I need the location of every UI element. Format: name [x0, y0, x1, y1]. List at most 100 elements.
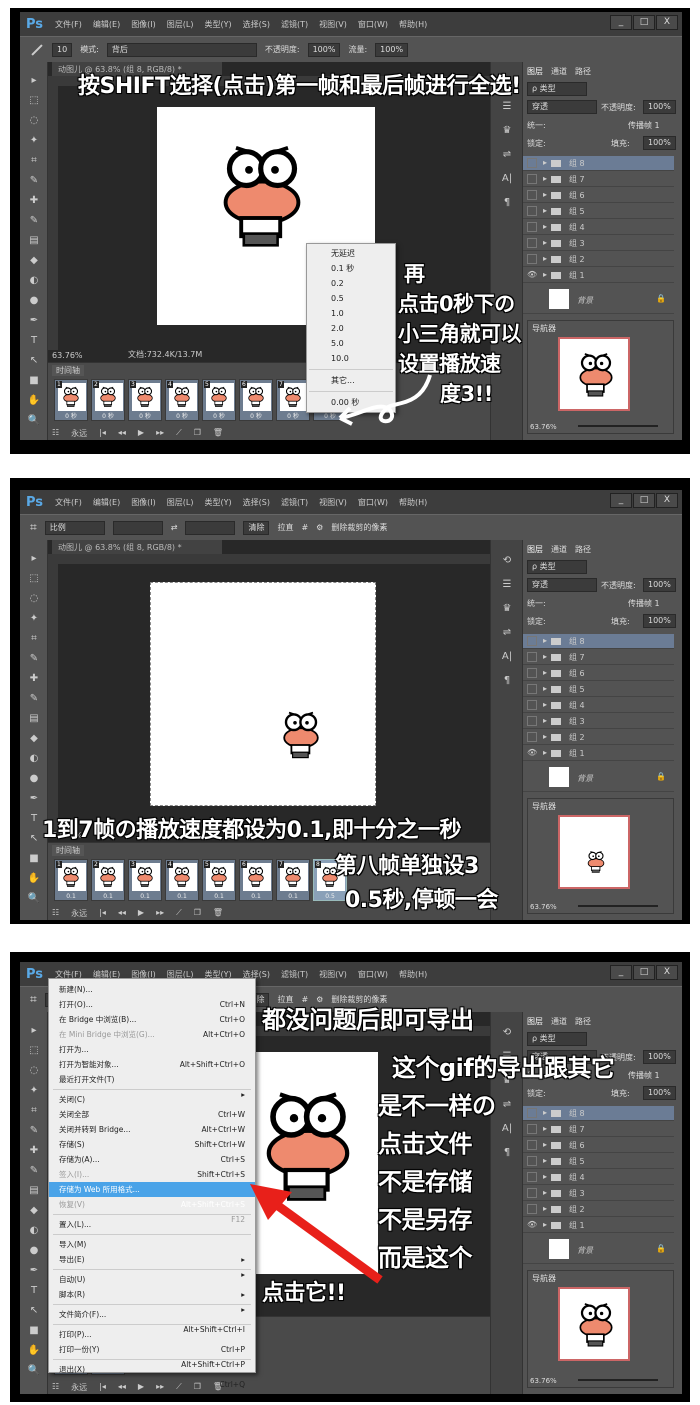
dodge-tool-icon[interactable]: ● [26, 1244, 42, 1258]
brush-preset-panel-icon[interactable]: ♛ [499, 124, 515, 138]
straighten-button[interactable]: 拉直 [277, 522, 293, 533]
timeline-frame[interactable]: 3 0.1 [128, 859, 162, 901]
layer-row-background[interactable]: 背景 🔒 [523, 286, 674, 314]
file-menu-item[interactable]: 在 Bridge 中浏览(B)... Alt+Ctrl+O [49, 1012, 255, 1039]
menu-1[interactable]: 编辑(E) [93, 497, 120, 508]
tab-2[interactable]: 路径 [575, 1016, 591, 1027]
shape-tool-icon[interactable]: ■ [26, 852, 42, 866]
file-menu-item[interactable]: 存储为(A)... Shift+Ctrl+S [49, 1152, 255, 1179]
window-minimize-button[interactable]: _ [610, 15, 632, 30]
timeline-frame[interactable]: 6 0 秒 [239, 379, 273, 421]
lasso-tool-icon[interactable]: ◌ [26, 592, 42, 606]
window-minimize-button[interactable]: _ [610, 965, 632, 980]
layer-row[interactable]: 👁 ▸ 组 1 [523, 746, 674, 761]
pen-tool-icon[interactable]: ✒ [26, 1264, 42, 1278]
stamp-tool-icon[interactable]: ▤ [26, 234, 42, 248]
timeline-frame[interactable]: 4 0.1 [165, 859, 199, 901]
visibility-toggle[interactable] [527, 652, 537, 662]
path-select-tool-icon[interactable]: ↖ [26, 354, 42, 368]
frame-delay-dropdown[interactable]: 0 秒 [277, 411, 309, 420]
window-minimize-button[interactable]: _ [610, 493, 632, 508]
bucket-tool-icon[interactable]: ◐ [26, 1224, 42, 1238]
frame-delay-dropdown[interactable]: 0 秒 [55, 411, 87, 420]
timeline-frame[interactable]: 6 0.1 [239, 859, 273, 901]
visibility-toggle[interactable]: 👁 [527, 1220, 537, 1230]
path-select-tool-icon[interactable]: ↖ [26, 832, 42, 846]
prev-frame-button[interactable]: ◂◂ [118, 1382, 126, 1393]
visibility-toggle[interactable] [527, 238, 537, 248]
menu-3[interactable]: 图层(L) [167, 497, 194, 508]
tab-0[interactable]: 图层 [527, 1016, 543, 1027]
visibility-toggle[interactable] [527, 206, 537, 216]
tween-button[interactable]: ⟋ [176, 428, 182, 439]
adjust-panel-icon[interactable]: ⇌ [499, 626, 515, 640]
visibility-toggle[interactable] [527, 700, 537, 710]
duplicate-frame-button[interactable]: ❐ [194, 908, 201, 919]
visibility-toggle[interactable] [527, 254, 537, 264]
navigator-zoom-slider[interactable] [578, 905, 658, 907]
timeline-frame[interactable]: 1 0 秒 [54, 379, 88, 421]
visibility-toggle[interactable] [527, 732, 537, 742]
tab-0[interactable]: 图层 [527, 66, 543, 77]
visibility-toggle[interactable] [527, 1124, 537, 1134]
type-tool-icon[interactable]: T [26, 812, 42, 826]
zoom-tool-icon[interactable]: 🔍 [26, 892, 42, 906]
menu-8[interactable]: 窗口(W) [358, 969, 388, 980]
width-field[interactable] [112, 520, 163, 535]
mode-select[interactable]: 背后 [106, 42, 257, 57]
visibility-toggle[interactable] [527, 174, 537, 184]
next-frame-button[interactable]: ▸▸ [156, 428, 164, 439]
visibility-toggle[interactable] [527, 668, 537, 678]
layer-filter-select[interactable]: ρ 类型 [527, 1032, 587, 1046]
layer-row[interactable]: ▸ 组 5 [523, 204, 674, 219]
paragraph-panel-icon[interactable]: ¶ [499, 196, 515, 210]
paragraph-panel-icon[interactable]: ¶ [499, 1146, 515, 1160]
frame-delay-dropdown[interactable]: 0 秒 [92, 411, 124, 420]
frame-delay-dropdown[interactable]: 0.5 [314, 893, 346, 900]
layer-row[interactable]: ▸ 组 3 [523, 236, 674, 251]
menu-6[interactable]: 滤镜(T) [281, 19, 308, 30]
file-menu-item[interactable]: 脚本(R) ▸ [49, 1287, 255, 1314]
layer-row[interactable]: ▸ 组 7 [523, 1122, 674, 1137]
layer-row[interactable]: ▸ 组 7 [523, 172, 674, 187]
type-tool-icon[interactable]: T [26, 334, 42, 348]
play-button[interactable]: ▶ [138, 428, 144, 439]
fill-field[interactable]: 100% [643, 136, 676, 150]
bucket-tool-icon[interactable]: ◐ [26, 752, 42, 766]
file-menu-item[interactable]: 打印(P)... Ctrl+P [49, 1327, 255, 1354]
visibility-toggle[interactable] [527, 684, 537, 694]
layer-row[interactable]: ▸ 组 8 [523, 156, 674, 171]
menu-2[interactable]: 图像(I) [131, 19, 156, 30]
brush-preset-panel-icon[interactable]: ♛ [499, 602, 515, 616]
zoom-tool-icon[interactable]: 🔍 [26, 414, 42, 428]
menu-5[interactable]: 选择(S) [243, 19, 270, 30]
frame-delay-dropdown[interactable]: 0.1 [55, 893, 87, 900]
layer-row[interactable]: ▸ 组 4 [523, 220, 674, 235]
layer-opacity-field[interactable]: 100% [643, 100, 676, 114]
frame-delay-dropdown[interactable]: 0 秒 [203, 411, 235, 420]
menu-8[interactable]: 窗口(W) [358, 497, 388, 508]
properties-panel-icon[interactable]: ☰ [499, 100, 515, 114]
file-menu-item[interactable]: 自动(U) ▸ [49, 1272, 255, 1299]
layer-row[interactable]: ▸ 组 5 [523, 1154, 674, 1169]
tab-2[interactable]: 路径 [575, 66, 591, 77]
layer-row[interactable]: ▸ 组 8 [523, 1106, 674, 1121]
magic-wand-tool-icon[interactable]: ✦ [26, 1084, 42, 1098]
marquee-tool-icon[interactable]: ⬚ [26, 94, 42, 108]
visibility-toggle[interactable] [527, 190, 537, 200]
timeline-frame[interactable]: 2 0.1 [91, 859, 125, 901]
menu-9[interactable]: 帮助(H) [399, 969, 427, 980]
adjust-panel-icon[interactable]: ⇌ [499, 148, 515, 162]
layer-row[interactable]: ▸ 组 3 [523, 1186, 674, 1201]
fill-field[interactable]: 100% [643, 1086, 676, 1100]
move-tool-icon[interactable]: ▸ [26, 74, 42, 88]
timeline-frame[interactable]: 1 0.1 [54, 859, 88, 901]
crop-tool-icon[interactable]: ⌗ [26, 154, 42, 168]
eyedropper-tool-icon[interactable]: ✎ [26, 174, 42, 188]
path-select-tool-icon[interactable]: ↖ [26, 1304, 42, 1318]
visibility-toggle[interactable] [527, 1172, 537, 1182]
frame-delay-dropdown[interactable]: 0.1 [203, 893, 235, 900]
eraser-tool-icon[interactable]: ◆ [26, 254, 42, 268]
layer-opacity-field[interactable]: 100% [643, 1050, 676, 1064]
opacity-field[interactable]: 100% [307, 42, 341, 57]
